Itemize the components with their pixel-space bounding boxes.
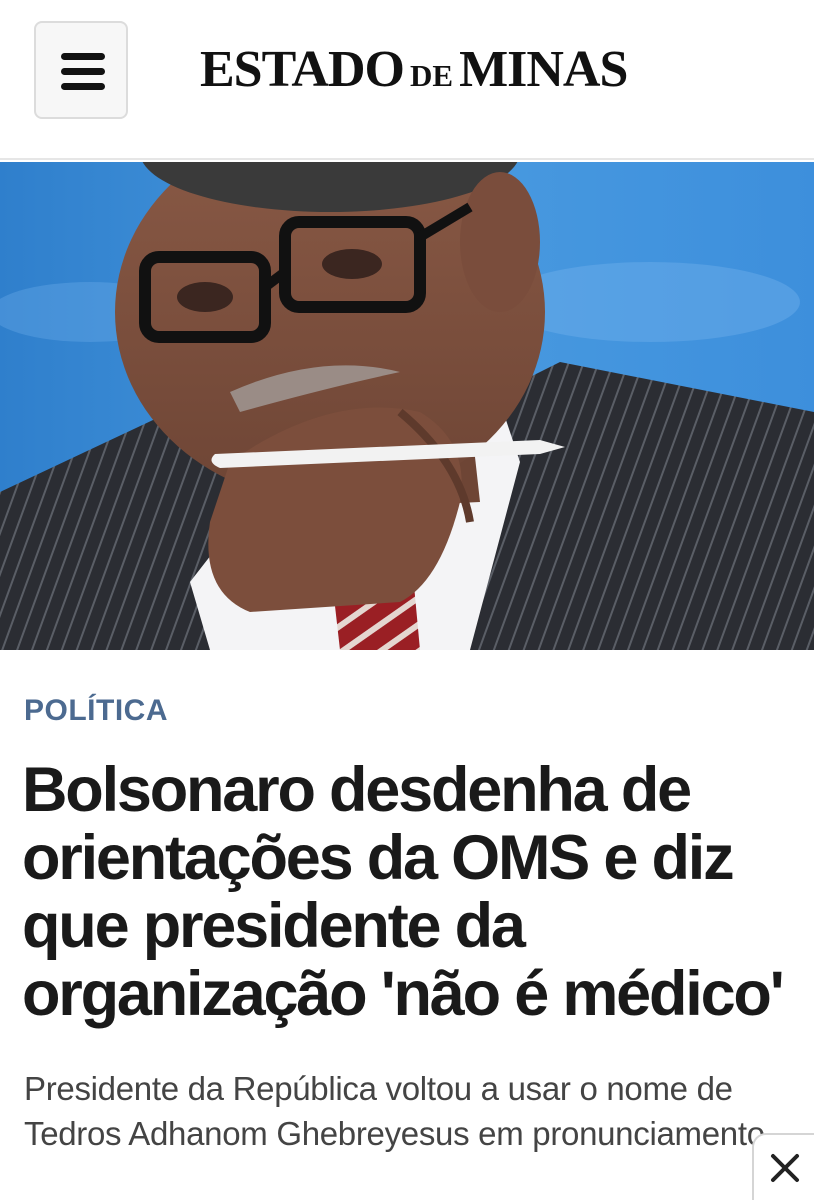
menu-button[interactable] <box>34 21 128 119</box>
logo-word-minas: MINAS <box>459 41 628 98</box>
site-logo[interactable]: ESTADO DE MINAS <box>200 40 628 100</box>
logo-word-estado: ESTADO <box>200 41 405 98</box>
hero-photo-illustration <box>0 162 814 650</box>
section-label[interactable]: POLÍTICA <box>24 694 168 728</box>
hamburger-icon-bar <box>61 83 105 90</box>
hamburger-icon <box>61 53 105 60</box>
close-ad-button[interactable] <box>752 1133 814 1200</box>
site-header: ESTADO DE MINAS <box>0 0 814 160</box>
article-subtitle: Presidente da República voltou a usar o … <box>24 1070 765 1152</box>
close-icon <box>771 1154 799 1182</box>
hero-image <box>0 162 814 650</box>
logo-word-de: DE <box>409 58 454 93</box>
article-headline: Bolsonaro desdenha de orientações da OMS… <box>22 755 785 1029</box>
hamburger-icon-bar <box>61 68 105 75</box>
